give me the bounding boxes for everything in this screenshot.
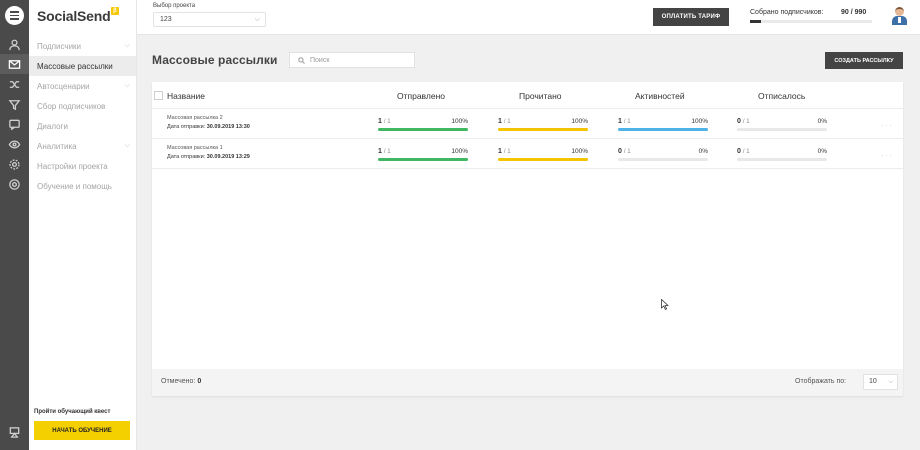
- chevron-down-icon: ⌵: [124, 142, 130, 149]
- table-header: Название Отправлено Прочитано Активносте…: [152, 82, 903, 109]
- sidebar-item-analytics[interactable]: Аналитика ⌵: [29, 136, 136, 156]
- project-select[interactable]: 123 ⌵: [153, 12, 266, 27]
- sidebar-item-label: Подписчики: [37, 41, 82, 51]
- mailing-name[interactable]: Массовая рассылка 2: [167, 115, 223, 121]
- stat-unsubscribed: 0 / 1 0%: [737, 148, 827, 161]
- table-footer: Отмечено: 0 Отображать по: 10 ⌵: [152, 369, 903, 396]
- icon-rail: [0, 0, 29, 450]
- avatar[interactable]: [891, 6, 908, 25]
- sidebar-item-project-settings[interactable]: Настройки проекта: [29, 156, 136, 176]
- users-icon[interactable]: [0, 34, 29, 54]
- beta-badge: β: [111, 7, 119, 15]
- column-sent[interactable]: Отправлено: [397, 91, 445, 101]
- column-read[interactable]: Прочитано: [519, 91, 562, 101]
- chevron-down-icon: ⌵: [254, 16, 260, 23]
- stat-activity: 0 / 1 0%: [618, 148, 708, 161]
- subscribers-label: Собрано подписчиков:: [750, 9, 824, 16]
- sidebar-item-learning-help[interactable]: Обучение и помощь: [29, 176, 136, 196]
- gear-icon[interactable]: [0, 154, 29, 174]
- eye-icon[interactable]: [0, 134, 29, 154]
- project-select-label: Выбор проекта: [153, 3, 196, 9]
- marked-count: Отмечено: 0: [161, 378, 202, 385]
- chat-icon[interactable]: [0, 114, 29, 134]
- chevron-down-icon: ⌵: [888, 379, 893, 385]
- sidebar-item-label: Сбор подписчиков: [37, 101, 106, 111]
- sidebar-item-label: Автосценарии: [37, 81, 90, 91]
- sidebar-item-autoscenarios[interactable]: Автосценарии ⌵: [29, 76, 136, 96]
- header: Выбор проекта 123 ⌵ ОПЛАТИТЬ ТАРИФ Собран…: [137, 0, 920, 35]
- logo[interactable]: SocialSend: [37, 8, 111, 24]
- stat-sent: 1 / 1 100%: [378, 148, 468, 161]
- stat-sent: 1 / 1 100%: [378, 118, 468, 131]
- search-icon: [298, 56, 305, 64]
- column-unsubscribed[interactable]: Отписалось: [758, 91, 805, 101]
- row-menu-icon[interactable]: ···: [881, 150, 893, 160]
- select-all-checkbox[interactable]: [154, 91, 163, 100]
- quest-label: Пройти обучающий квест: [34, 409, 111, 415]
- menu-icon[interactable]: [5, 6, 24, 25]
- row-menu-icon[interactable]: ···: [881, 120, 893, 130]
- sidebar-item-label: Массовые рассылки: [37, 61, 113, 71]
- sidebar-nav: Подписчики ⌵ Массовые рассылки Автосценар…: [29, 36, 136, 196]
- subscribers-progress: [750, 20, 872, 23]
- project-select-value: 123: [160, 16, 172, 23]
- stat-activity: 1 / 1 100%: [618, 118, 708, 131]
- mail-icon[interactable]: [0, 54, 29, 74]
- per-page-value: 10: [869, 378, 877, 385]
- column-activity[interactable]: Активностей: [635, 91, 685, 101]
- sidebar-item-collect-subscribers[interactable]: Сбор подписчиков: [29, 96, 136, 116]
- stat-read: 1 / 1 100%: [498, 148, 588, 161]
- mailing-name[interactable]: Массовая рассылка 1: [167, 145, 223, 151]
- sidebar-item-label: Диалоги: [37, 121, 68, 131]
- mailings-table: Название Отправлено Прочитано Активносте…: [152, 82, 903, 396]
- table-row[interactable]: Массовая рассылка 1 Дата отправки: 30.09…: [152, 139, 903, 169]
- per-page-select[interactable]: 10 ⌵: [863, 374, 898, 390]
- page-title: Массовые рассылки: [152, 53, 278, 67]
- mailing-date: Дата отправки: 30.09.2019 13:30: [167, 124, 250, 130]
- subscribers-count: 90 / 990: [841, 9, 867, 16]
- per-page-label: Отображать по:: [795, 378, 847, 385]
- pay-tariff-button[interactable]: ОПЛАТИТЬ ТАРИФ: [653, 8, 729, 26]
- create-mailing-button[interactable]: СОЗДАТЬ РАССЫЛКУ: [825, 52, 903, 69]
- graduation-icon[interactable]: [0, 422, 29, 442]
- sidebar-item-label: Обучение и помощь: [37, 181, 112, 191]
- sidebar: SocialSend β Подписчики ⌵ Массовые рассыл…: [29, 0, 137, 450]
- mailing-date: Дата отправки: 30.09.2019 13:29: [167, 154, 250, 160]
- stat-read: 1 / 1 100%: [498, 118, 588, 131]
- sidebar-item-dialogs[interactable]: Диалоги: [29, 116, 136, 136]
- mouse-cursor-icon: [661, 299, 669, 310]
- sidebar-item-label: Аналитика: [37, 141, 77, 151]
- column-name[interactable]: Название: [167, 91, 205, 101]
- search-placeholder: Поиск: [310, 56, 330, 64]
- sidebar-item-mass-mailings[interactable]: Массовые рассылки: [29, 56, 136, 76]
- start-learning-button[interactable]: НАЧАТЬ ОБУЧЕНИЕ: [34, 421, 130, 440]
- table-row[interactable]: Массовая рассылка 2 Дата отправки: 30.09…: [152, 109, 903, 139]
- funnel-icon[interactable]: [0, 94, 29, 114]
- search-input[interactable]: Поиск: [289, 52, 415, 68]
- stat-unsubscribed: 0 / 1 0%: [737, 118, 827, 131]
- chevron-down-icon: ⌵: [124, 42, 130, 49]
- shuffle-icon[interactable]: [0, 74, 29, 94]
- sidebar-item-subscribers[interactable]: Подписчики ⌵: [29, 36, 136, 56]
- sidebar-item-label: Настройки проекта: [37, 161, 108, 171]
- help-icon[interactable]: [0, 174, 29, 194]
- chevron-down-icon: ⌵: [124, 82, 130, 89]
